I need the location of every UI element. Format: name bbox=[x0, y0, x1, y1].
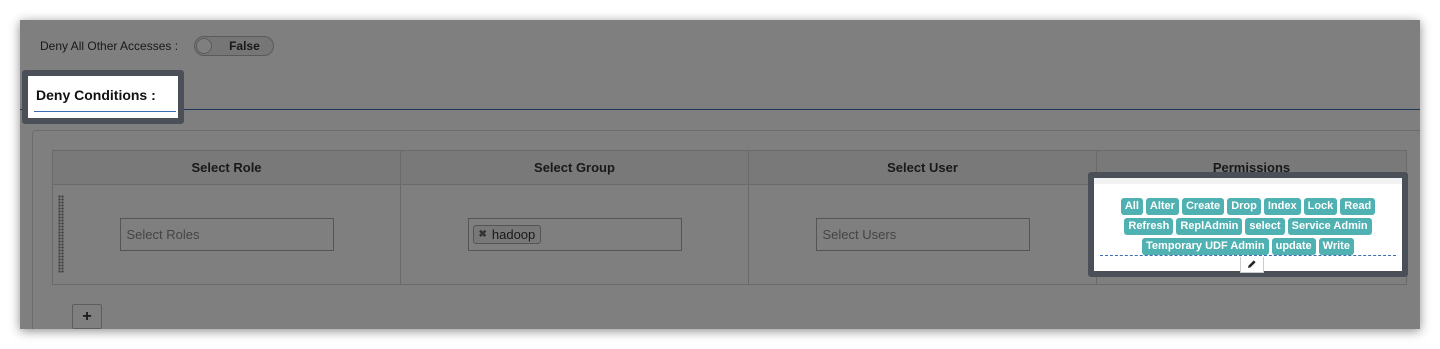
deny-conditions-callout: Deny Conditions : bbox=[22, 70, 184, 124]
header-select-role: Select Role bbox=[52, 150, 401, 185]
permission-badge: All bbox=[1120, 198, 1143, 215]
permission-badge: Temporary UDF Admin bbox=[1142, 238, 1269, 255]
permission-badge: Write bbox=[1318, 238, 1354, 255]
deny-all-row: Deny All Other Accesses : False bbox=[40, 36, 275, 56]
permissions-list[interactable]: All Alter Create Drop Index Lock Read Re… bbox=[1098, 198, 1398, 255]
deny-all-label: Deny All Other Accesses : bbox=[40, 39, 179, 53]
permission-badge: Read bbox=[1340, 198, 1376, 215]
permission-badge: update bbox=[1271, 238, 1316, 255]
permissions-callout: All Alter Create Drop Index Lock Read Re… bbox=[1088, 172, 1408, 277]
permission-badge: Create bbox=[1181, 198, 1225, 215]
role-cell: Select Roles bbox=[52, 184, 401, 285]
permission-badge: Alter bbox=[1145, 198, 1179, 215]
add-condition-button[interactable]: + bbox=[72, 304, 102, 329]
edit-permissions-button[interactable] bbox=[1240, 257, 1264, 273]
permissions-header-strip bbox=[1094, 178, 1402, 184]
group-tag: ✖ hadoop bbox=[472, 225, 542, 244]
title-underline bbox=[34, 111, 176, 112]
select-roles-input[interactable]: Select Roles bbox=[119, 218, 334, 251]
drag-handle-icon[interactable] bbox=[58, 195, 64, 273]
select-groups-input[interactable]: ✖ hadoop bbox=[467, 218, 682, 251]
section-divider bbox=[20, 109, 1420, 110]
permission-badge: Service Admin bbox=[1287, 218, 1372, 235]
toggle-knob bbox=[196, 38, 213, 54]
group-tag-label: hadoop bbox=[491, 227, 536, 242]
header-select-group: Select Group bbox=[400, 150, 749, 185]
permission-badge: Drop bbox=[1227, 198, 1261, 215]
permission-badge: select bbox=[1245, 218, 1285, 235]
permission-badge: Refresh bbox=[1124, 218, 1174, 235]
group-cell: ✖ hadoop bbox=[400, 184, 749, 285]
user-cell: Select Users bbox=[748, 184, 1097, 285]
select-users-input[interactable]: Select Users bbox=[815, 218, 1030, 251]
section-title: Deny Conditions : bbox=[36, 87, 156, 103]
toggle-value: False bbox=[229, 39, 260, 53]
close-icon[interactable]: ✖ bbox=[479, 229, 487, 240]
permission-badge: ReplAdmin bbox=[1176, 218, 1243, 235]
permission-badge: Lock bbox=[1303, 198, 1338, 215]
pencil-icon bbox=[1247, 256, 1257, 274]
deny-all-toggle[interactable]: False bbox=[194, 36, 275, 56]
permission-badge: Index bbox=[1263, 198, 1301, 215]
header-select-user: Select User bbox=[748, 150, 1097, 185]
